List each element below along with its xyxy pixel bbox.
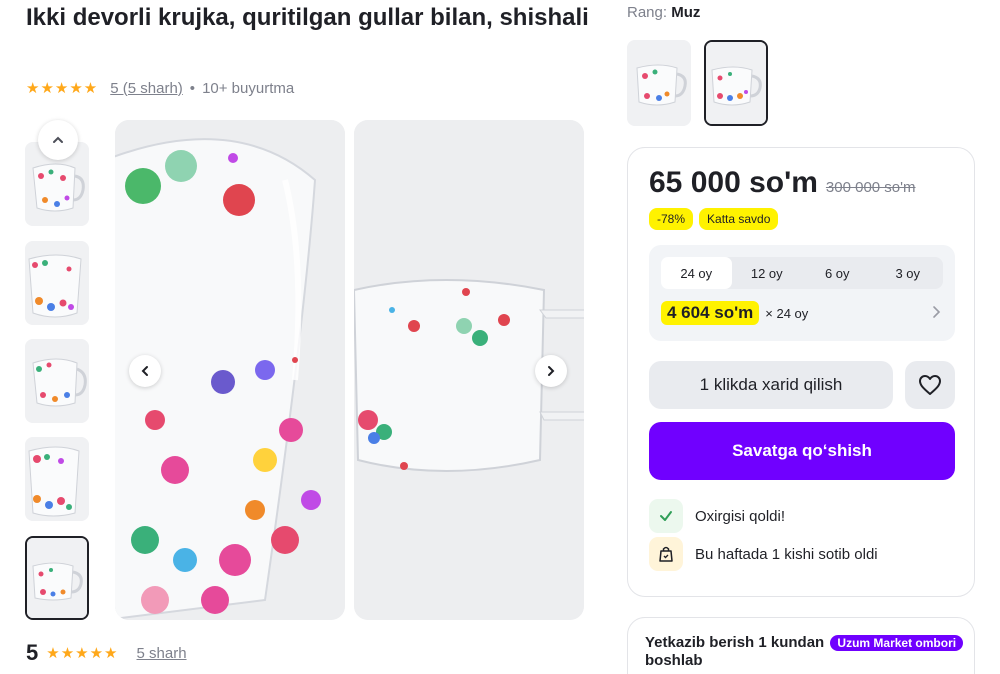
delivery-text-end: boshlab <box>645 652 703 669</box>
reviews-summary: 5 ★★★★★ 5 sharh <box>26 640 187 666</box>
chevron-up-icon <box>53 136 63 143</box>
thumbnail-4[interactable] <box>25 437 89 521</box>
mug-image <box>627 40 691 126</box>
reviews-count-link[interactable]: 5 sharh <box>137 645 187 662</box>
shopping-bag-icon <box>649 537 683 571</box>
heart-icon <box>919 375 941 395</box>
thumbnail-2[interactable] <box>25 241 89 325</box>
warehouse-badge: Uzum Market ombori <box>830 635 964 651</box>
rating-stars: ★★★★★ <box>26 80 99 97</box>
mug-image <box>706 42 766 124</box>
color-label-text: Rang: <box>627 4 668 21</box>
installment-tab-3[interactable]: 3 oy <box>873 257 944 289</box>
chevron-right-icon[interactable] <box>931 303 941 324</box>
color-selector-label: Rang: Muz <box>627 4 700 21</box>
current-price: 65 000 so'm <box>649 166 818 199</box>
purchases-text: Bu haftada 1 kishi sotib oldi <box>695 545 878 563</box>
rating-score: 5 <box>26 640 39 665</box>
check-icon <box>649 499 683 533</box>
delivery-text: Yetkazib berish 1 kundan <box>645 634 825 651</box>
installment-multiplier: × 24 oy <box>765 305 809 321</box>
chevron-left-icon <box>141 366 148 376</box>
delivery-info: Yetkazib berish 1 kundan Uzum Market omb… <box>645 634 965 670</box>
discount-badge: -78% <box>649 208 694 230</box>
thumbnail-5[interactable] <box>25 536 89 620</box>
orders-count: 10+ buyurtma <box>202 79 295 97</box>
price-row: 65 000 so'm 300 000 so'm <box>649 166 916 200</box>
reviews-link[interactable]: 5 (5 sharh) <box>110 80 183 97</box>
color-variant-1[interactable] <box>627 40 691 126</box>
stock-text: Oxirgisi qoldi! <box>695 507 786 525</box>
installment-tab-12[interactable]: 12 oy <box>732 257 803 289</box>
add-to-cart-button[interactable]: Savatga qo‘shish <box>649 422 955 480</box>
price-badges: -78% Katta savdo <box>649 208 779 230</box>
mug-image <box>25 437 89 521</box>
installment-price: 4 604 so'm <box>661 301 760 325</box>
one-click-buy-button[interactable]: 1 klikda xarid qilish <box>649 361 893 409</box>
separator-dot: • <box>189 79 196 97</box>
installment-tabs: 24 oy 12 oy 6 oy 3 oy <box>661 257 943 289</box>
installment-widget[interactable]: 24 oy 12 oy 6 oy 3 oy 4 604 so'm × 24 oy <box>649 245 955 341</box>
sale-badge: Katta savdo <box>699 208 779 230</box>
product-title: Ikki devorli krujka, quritilgan gullar b… <box>26 4 589 31</box>
gallery-next-button[interactable] <box>535 355 567 387</box>
thumbs-up-button[interactable] <box>38 120 78 160</box>
color-value: Muz <box>671 4 701 21</box>
mug-image <box>25 241 89 325</box>
rating-summary: ★★★★★ 5 (5 sharh) • 10+ buyurtma <box>26 79 295 98</box>
rating-stars: ★★★★★ <box>46 645 119 662</box>
gallery-prev-button[interactable] <box>129 355 161 387</box>
mug-image <box>25 339 89 423</box>
buy-card: 65 000 so'm 300 000 so'm -78% Katta savd… <box>627 147 975 597</box>
chevron-right-icon <box>548 366 555 376</box>
thumbnail-3[interactable] <box>25 339 89 423</box>
favorite-button[interactable] <box>905 361 955 409</box>
purchases-info: Bu haftada 1 kishi sotib oldi <box>649 537 878 571</box>
installment-tab-24[interactable]: 24 oy <box>661 257 732 289</box>
old-price: 300 000 so'm <box>825 179 916 196</box>
installment-amount: 4 604 so'm × 24 oy <box>661 301 808 325</box>
color-variant-2[interactable] <box>704 40 768 126</box>
stock-info: Oxirgisi qoldi! <box>649 499 785 533</box>
installment-tab-6[interactable]: 6 oy <box>802 257 873 289</box>
mug-image <box>27 538 87 618</box>
delivery-card: Yetkazib berish 1 kundan Uzum Market omb… <box>627 617 975 674</box>
